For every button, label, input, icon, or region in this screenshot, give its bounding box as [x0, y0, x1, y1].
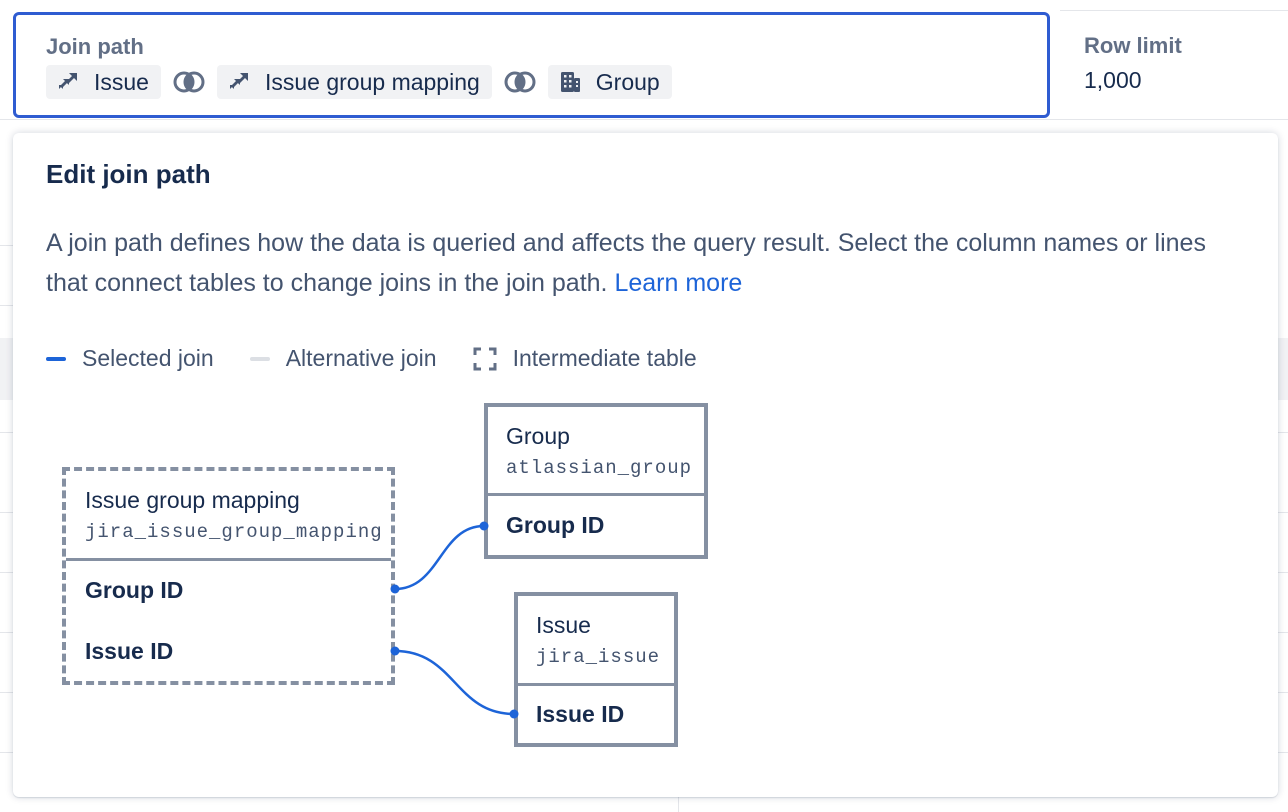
join-connectors	[390, 521, 519, 719]
join-endpoint	[509, 709, 519, 719]
join-endpoint	[390, 584, 400, 594]
join-endpoint	[479, 521, 489, 531]
selected-join-line-group[interactable]	[394, 524, 485, 591]
selected-join-line-issue[interactable]	[394, 649, 515, 716]
join-endpoint	[390, 646, 400, 656]
join-diagram: Issue group mapping jira_issue_group_map…	[0, 0, 1288, 812]
